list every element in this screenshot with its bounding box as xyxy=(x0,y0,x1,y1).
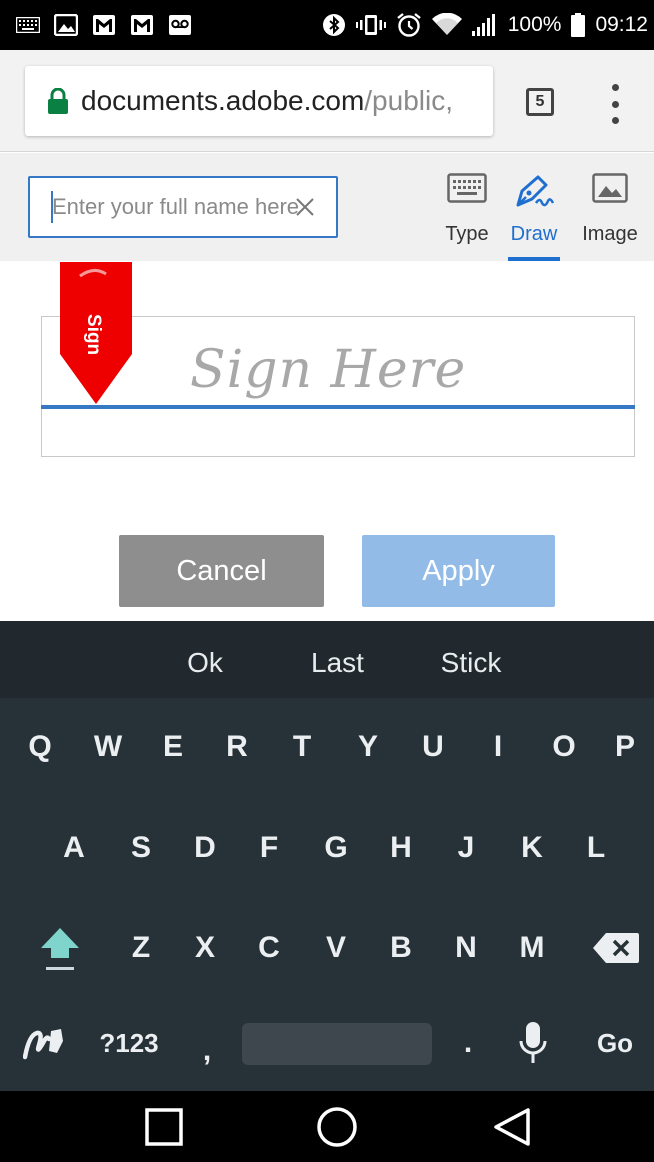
key-comma[interactable]: , xyxy=(178,1021,236,1081)
shift-key[interactable] xyxy=(29,918,91,978)
microphone-icon xyxy=(519,1022,547,1063)
alarm-icon xyxy=(396,12,422,38)
tab-switcher-button[interactable]: 5 xyxy=(526,88,554,116)
key-w[interactable]: W xyxy=(79,717,137,777)
keyboard-icon xyxy=(447,173,487,203)
key-e[interactable]: E xyxy=(144,717,202,777)
recent-apps-button[interactable] xyxy=(124,1091,204,1162)
shift-icon xyxy=(41,928,79,970)
screen: 100% 09:12 documents.adobe.com/public, 5… xyxy=(0,0,654,1162)
tab-draw[interactable]: Draw xyxy=(508,165,560,261)
signature-baseline xyxy=(41,405,635,409)
key-z[interactable]: Z xyxy=(112,918,170,978)
clear-icon[interactable] xyxy=(294,196,316,218)
backspace-icon xyxy=(593,933,639,963)
key-period[interactable]: . xyxy=(439,1013,497,1073)
handwriting-icon xyxy=(22,1029,63,1060)
square-icon xyxy=(145,1107,183,1146)
key-g[interactable]: G xyxy=(307,818,365,878)
back-triangle-icon xyxy=(494,1107,530,1146)
key-b[interactable]: B xyxy=(372,918,430,978)
key-f[interactable]: F xyxy=(240,818,298,878)
pen-icon xyxy=(516,175,555,207)
suggestion-stick[interactable]: Stick xyxy=(412,621,530,698)
suggestion-last[interactable]: Last xyxy=(280,621,395,698)
key-j[interactable]: J xyxy=(437,818,495,878)
backspace-key[interactable] xyxy=(585,918,647,978)
bluetooth-icon xyxy=(322,13,346,37)
apply-button[interactable]: Apply xyxy=(362,535,555,607)
battery-percent: 100% xyxy=(507,13,562,36)
address-bar[interactable]: documents.adobe.com/public, xyxy=(25,66,493,136)
vibrate-icon xyxy=(355,13,386,37)
url-host: documents.adobe.com xyxy=(81,85,365,116)
text-cursor xyxy=(51,191,53,223)
key-s[interactable]: S xyxy=(112,818,170,878)
home-button[interactable] xyxy=(297,1091,377,1162)
key-x[interactable]: X xyxy=(176,918,234,978)
key-l[interactable]: L xyxy=(567,818,625,878)
image-icon xyxy=(592,173,628,203)
key-a[interactable]: A xyxy=(45,818,103,878)
voice-input-key[interactable] xyxy=(504,1013,562,1073)
more-options-icon[interactable] xyxy=(608,84,622,124)
clock: 09:12 xyxy=(595,13,648,36)
tab-type-label: Type xyxy=(445,223,489,245)
full-name-input[interactable] xyxy=(28,176,338,238)
key-r[interactable]: R xyxy=(208,717,266,777)
key-y[interactable]: Y xyxy=(339,717,397,777)
keyboard-icon xyxy=(16,17,40,33)
signal-icon xyxy=(471,13,498,37)
key-d[interactable]: D xyxy=(176,818,234,878)
battery-icon xyxy=(571,13,586,37)
sign-ribbon: Sign xyxy=(60,262,132,404)
tab-image-label: Image xyxy=(582,223,638,245)
navigation-bar xyxy=(0,1091,654,1162)
suggestion-strip: Ok Last Stick xyxy=(0,621,654,698)
ribbon-label: Sign xyxy=(83,314,104,355)
browser-toolbar: documents.adobe.com/public, 5 xyxy=(0,50,654,152)
back-button[interactable] xyxy=(472,1091,552,1162)
image-icon xyxy=(54,14,78,36)
key-u[interactable]: U xyxy=(404,717,462,777)
key-o[interactable]: O xyxy=(535,717,593,777)
gmail-icon xyxy=(130,14,154,36)
tab-draw-label: Draw xyxy=(510,223,558,245)
key-q[interactable]: Q xyxy=(11,717,69,777)
key-t[interactable]: T xyxy=(273,717,331,777)
symbols-key[interactable]: ?123 xyxy=(86,1013,172,1073)
lock-icon xyxy=(48,88,68,114)
soft-keyboard: Ok Last Stick Q W E R T Y U I O P A S D … xyxy=(0,621,654,1091)
key-i[interactable]: I xyxy=(469,717,527,777)
key-k[interactable]: K xyxy=(503,818,561,878)
url-path: /public, xyxy=(364,85,453,116)
tab-type[interactable]: Type xyxy=(439,165,495,261)
key-h[interactable]: H xyxy=(372,818,430,878)
key-p[interactable]: P xyxy=(596,717,654,777)
status-bar: 100% 09:12 xyxy=(0,0,654,50)
gmail-icon xyxy=(92,14,116,36)
go-key[interactable]: Go xyxy=(584,1013,646,1073)
key-v[interactable]: V xyxy=(307,918,365,978)
wifi-icon xyxy=(431,13,462,37)
tab-image[interactable]: Image xyxy=(578,165,642,261)
spacebar[interactable] xyxy=(242,1023,432,1065)
cancel-button[interactable]: Cancel xyxy=(119,535,324,607)
voicemail-icon xyxy=(168,14,192,36)
handwriting-key[interactable] xyxy=(18,1013,72,1073)
key-m[interactable]: M xyxy=(503,918,561,978)
key-c[interactable]: C xyxy=(240,918,298,978)
key-n[interactable]: N xyxy=(437,918,495,978)
signature-toolbar: Type Draw Image xyxy=(0,153,654,261)
suggestion-ok[interactable]: Ok xyxy=(150,621,260,698)
circle-icon xyxy=(317,1106,357,1147)
sign-here-placeholder: Sign Here xyxy=(190,340,467,400)
